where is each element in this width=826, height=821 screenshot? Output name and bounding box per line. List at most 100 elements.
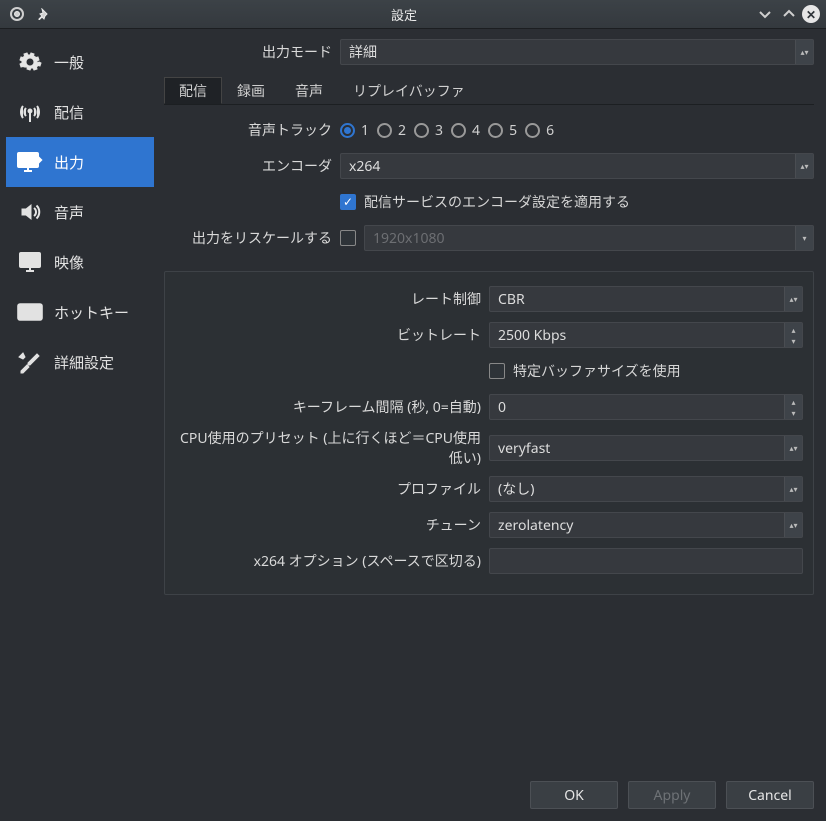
output-mode-label: 出力モード: [164, 42, 340, 62]
chevron-updown-icon: ▴▾: [784, 477, 802, 501]
profile-value: (なし): [498, 479, 534, 499]
enforce-label: 配信サービスのエンコーダ設定を適用する: [364, 192, 630, 212]
tune-select[interactable]: zerolatency ▴▾: [489, 512, 803, 538]
sidebar-item-stream[interactable]: 配信: [6, 87, 154, 137]
bitrate-spinner[interactable]: 2500 Kbps ▴▾: [489, 322, 803, 348]
preset-value: veryfast: [498, 439, 550, 458]
tab-audio[interactable]: 音声: [280, 77, 338, 104]
radio-icon: [525, 123, 540, 138]
tab-streaming[interactable]: 配信: [164, 77, 222, 104]
tab-label: 配信: [179, 81, 207, 101]
encoder-select[interactable]: x264 ▴▾: [340, 153, 814, 179]
tab-label: リプレイバッファ: [353, 81, 465, 101]
x264opts-label: x264 オプション (スペースで区切る): [175, 551, 489, 571]
custom-buffer-label: 特定バッファサイズを使用: [513, 361, 681, 381]
cancel-button[interactable]: Cancel: [726, 781, 814, 809]
pin-icon[interactable]: [34, 5, 52, 23]
preset-label: CPU使用のプリセット (上に行くほど＝CPU使用低い): [175, 428, 489, 468]
sidebar-item-label: 詳細設定: [54, 352, 114, 373]
x264opts-input[interactable]: [489, 548, 803, 574]
rate-control-label: レート制御: [175, 289, 489, 309]
bitrate-value: 2500 Kbps: [498, 326, 566, 345]
tools-icon: [16, 350, 44, 374]
rescale-value: 1920x1080: [373, 229, 444, 248]
radio-icon: [414, 123, 429, 138]
sidebar-item-label: 映像: [54, 252, 84, 273]
sidebar-item-output[interactable]: 出力: [6, 137, 154, 187]
chevron-updown-icon: ▴▾: [784, 287, 802, 311]
spinner-buttons-icon[interactable]: ▴▾: [784, 395, 802, 419]
tab-replay-buffer[interactable]: リプレイバッファ: [338, 77, 480, 104]
keyboard-icon: [16, 303, 44, 321]
output-icon: [16, 151, 44, 173]
tab-label: 録画: [237, 81, 265, 101]
keyint-label: キーフレーム間隔 (秒, 0=自動): [175, 397, 489, 417]
chevron-updown-icon: ▴▾: [795, 154, 813, 178]
audio-track-3[interactable]: 3: [414, 121, 443, 140]
chevron-updown-icon: ▴▾: [795, 40, 813, 64]
apply-button[interactable]: Apply: [628, 781, 716, 809]
sidebar-item-advanced[interactable]: 詳細設定: [6, 337, 154, 387]
enforce-service-settings[interactable]: 配信サービスのエンコーダ設定を適用する: [340, 192, 814, 212]
encoder-value: x264: [349, 157, 380, 176]
dialog-buttons: OK Apply Cancel: [10, 771, 814, 809]
use-custom-buffer[interactable]: 特定バッファサイズを使用: [489, 361, 803, 381]
tune-label: チューン: [175, 515, 489, 535]
preset-select[interactable]: veryfast ▴▾: [489, 435, 803, 461]
encoder-label: エンコーダ: [164, 156, 340, 176]
gear-icon: [16, 50, 44, 74]
streaming-form: 音声トラック 1 2 3 4 5 6 エンコーダ: [164, 105, 814, 595]
chevron-updown-icon: ▴▾: [784, 513, 802, 537]
rescale-label: 出力をリスケールする: [164, 228, 340, 248]
audio-track-5[interactable]: 5: [488, 121, 517, 140]
sidebar-item-label: 一般: [54, 52, 84, 73]
tab-recording[interactable]: 録画: [222, 77, 280, 104]
tune-value: zerolatency: [498, 516, 573, 535]
sidebar: 一般 配信 出力 音声: [6, 37, 154, 771]
profile-label: プロファイル: [175, 479, 489, 499]
chevron-updown-icon: ▴▾: [784, 436, 802, 460]
keyint-value: 0: [498, 398, 506, 417]
sidebar-item-video[interactable]: 映像: [6, 237, 154, 287]
titlebar: 設定 ✕: [0, 0, 826, 28]
audio-track-label: 音声トラック: [164, 120, 340, 140]
settings-window: 設定 ✕ 一般: [0, 0, 826, 821]
audio-track-group: 1 2 3 4 5 6: [340, 121, 814, 140]
audio-track-1[interactable]: 1: [340, 121, 369, 140]
rate-control-select[interactable]: CBR ▴▾: [489, 286, 803, 312]
audio-track-4[interactable]: 4: [451, 121, 480, 140]
spinner-buttons-icon[interactable]: ▴▾: [784, 323, 802, 347]
rescale-checkbox[interactable]: [340, 230, 356, 246]
checkbox-icon: [340, 194, 356, 210]
close-icon[interactable]: ✕: [802, 5, 820, 23]
tab-label: 音声: [295, 81, 323, 101]
encoder-settings-panel: レート制御 CBR ▴▾ ビットレート: [164, 271, 814, 595]
sidebar-item-audio[interactable]: 音声: [6, 187, 154, 237]
main-panel: 出力モード 詳細 ▴▾ 配信 録画 音声 リプレイバッファ: [154, 37, 814, 771]
monitor-icon: [16, 250, 44, 274]
keyint-spinner[interactable]: 0 ▴▾: [489, 394, 803, 420]
audio-track-6[interactable]: 6: [525, 121, 554, 140]
ok-button[interactable]: OK: [530, 781, 618, 809]
rate-control-value: CBR: [498, 290, 525, 309]
radio-icon: [377, 123, 392, 138]
antenna-icon: [16, 100, 44, 124]
maximize-icon[interactable]: [780, 5, 798, 23]
sidebar-item-general[interactable]: 一般: [6, 37, 154, 87]
output-mode-select[interactable]: 詳細 ▴▾: [340, 39, 814, 65]
profile-select[interactable]: (なし) ▴▾: [489, 476, 803, 502]
audio-track-2[interactable]: 2: [377, 121, 406, 140]
app-icon: [8, 5, 26, 23]
bitrate-label: ビットレート: [175, 325, 489, 345]
rescale-select: 1920x1080 ▾: [364, 225, 814, 251]
sidebar-item-label: 出力: [54, 152, 84, 173]
output-tabs: 配信 録画 音声 リプレイバッファ: [164, 77, 814, 105]
checkbox-icon: [489, 363, 505, 379]
minimize-icon[interactable]: [756, 5, 774, 23]
radio-icon: [451, 123, 466, 138]
body: 一般 配信 出力 音声: [0, 28, 826, 821]
output-mode-value: 詳細: [349, 42, 377, 62]
chevron-down-icon: ▾: [795, 226, 813, 250]
sidebar-item-hotkeys[interactable]: ホットキー: [6, 287, 154, 337]
speaker-icon: [16, 200, 44, 224]
